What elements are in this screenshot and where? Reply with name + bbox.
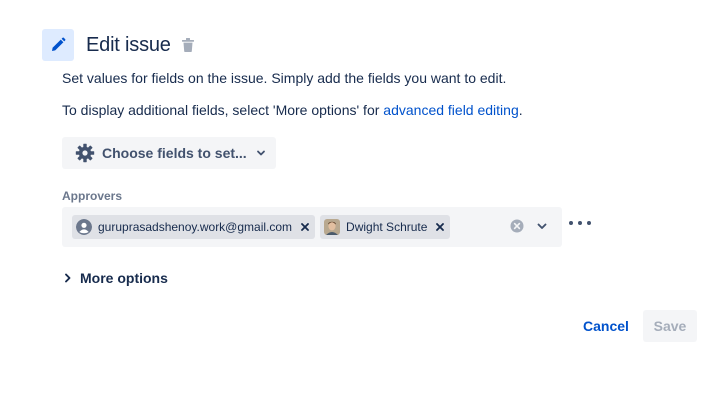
description-period: .: [518, 102, 523, 118]
pencil-icon: [42, 29, 74, 61]
description-line: Set values for fields on the issue. Simp…: [62, 70, 507, 86]
chevron-right-icon: [64, 273, 72, 283]
advanced-field-editing-link[interactable]: advanced field editing: [383, 102, 518, 118]
approver-tag: guruprasadshenoy.work@gmail.com: [72, 215, 316, 239]
approvers-select[interactable]: guruprasadshenoy.work@gmail.com Dwight S…: [62, 207, 562, 247]
gear-icon: [75, 143, 95, 163]
default-user-avatar: [76, 219, 92, 235]
save-button[interactable]: Save: [643, 310, 697, 342]
more-horizontal-icon[interactable]: [569, 216, 591, 230]
clear-icon[interactable]: [510, 219, 524, 233]
approvers-label: Approvers: [62, 189, 123, 203]
choose-fields-button[interactable]: Choose fields to set...: [62, 137, 276, 169]
choose-fields-label: Choose fields to set...: [102, 145, 247, 161]
dialog-header: Edit issue: [42, 29, 194, 61]
more-options-toggle[interactable]: More options: [64, 270, 168, 286]
chevron-down-icon: [256, 148, 266, 158]
approver-tag-label: Dwight Schrute: [346, 220, 428, 234]
approver-tag: Dwight Schrute: [320, 215, 451, 239]
description-line-advanced: To display additional fields, select 'Mo…: [62, 102, 523, 118]
user-photo-avatar: [324, 219, 341, 235]
remove-icon[interactable]: [436, 223, 445, 231]
description-text: To display additional fields, select 'Mo…: [62, 102, 384, 118]
trash-icon[interactable]: [181, 38, 194, 52]
more-options-label: More options: [80, 270, 168, 286]
cancel-button[interactable]: Cancel: [578, 310, 634, 342]
chevron-down-icon[interactable]: [536, 220, 548, 232]
approver-tag-label: guruprasadshenoy.work@gmail.com: [98, 220, 293, 234]
remove-icon[interactable]: [301, 223, 309, 231]
dialog-title: Edit issue: [86, 33, 171, 56]
